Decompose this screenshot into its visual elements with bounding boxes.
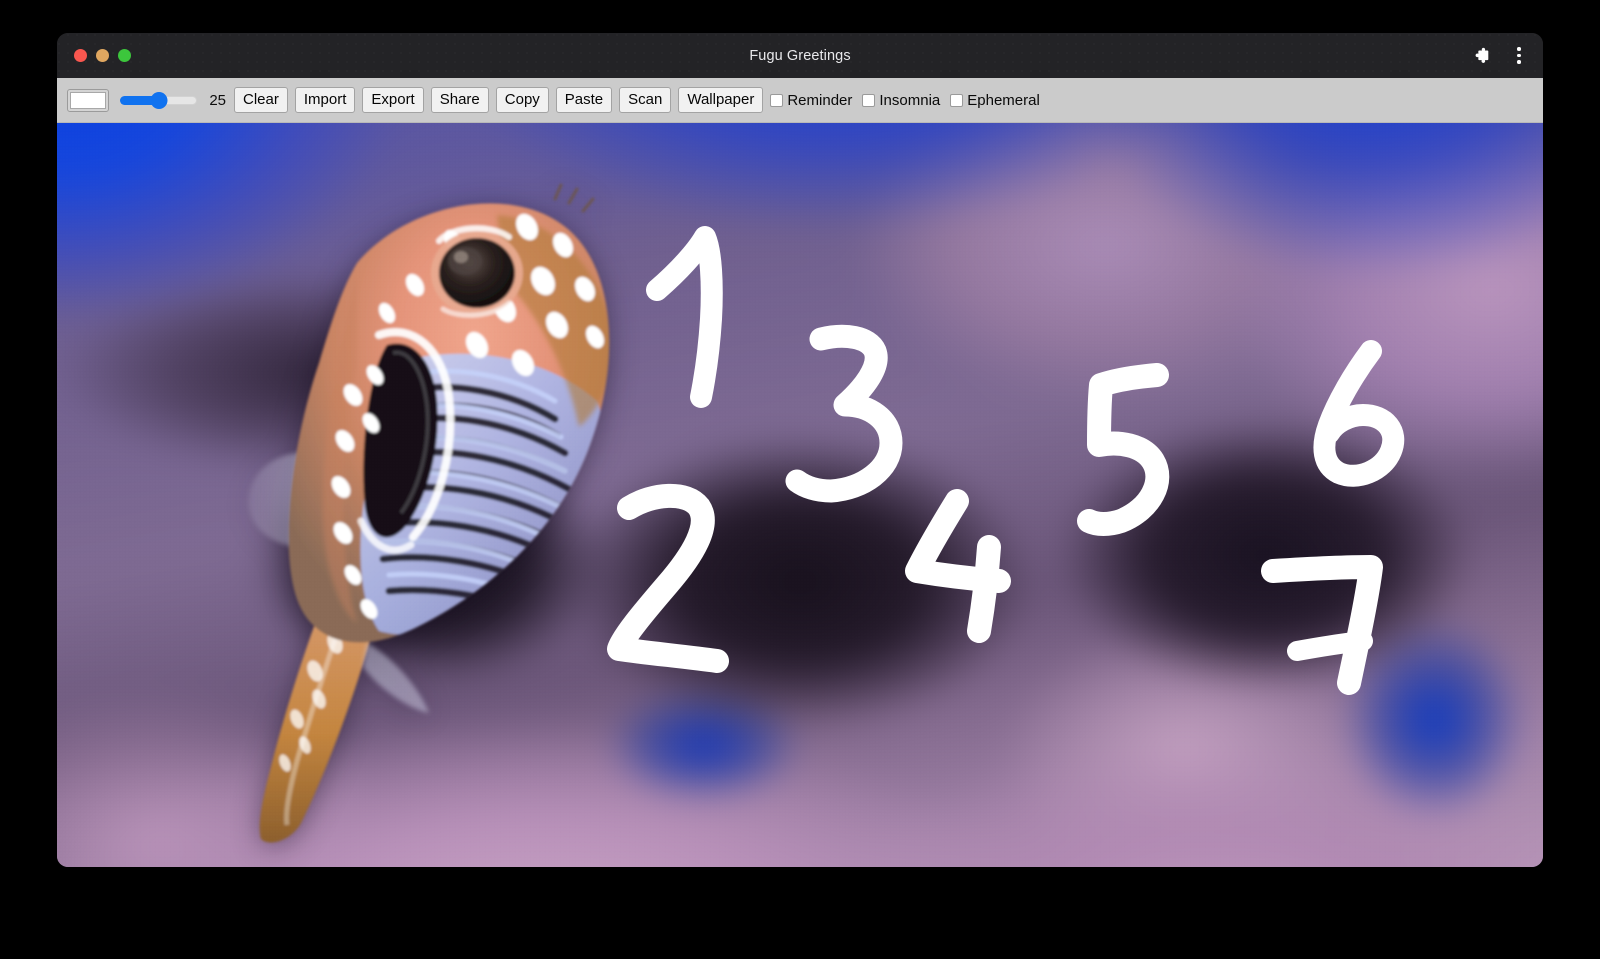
handwritten-digit-6 (1313, 340, 1405, 487)
ephemeral-checkbox-box[interactable] (950, 93, 964, 107)
close-window-button[interactable] (74, 49, 87, 62)
window-title: Fugu Greetings (749, 47, 851, 64)
handwritten-digit-7 (1261, 555, 1383, 695)
title-bar: Fugu Greetings (57, 33, 1543, 78)
copy-button[interactable]: Copy (495, 86, 549, 114)
share-button[interactable]: Share (430, 86, 489, 114)
reminder-checkbox-box[interactable] (770, 93, 784, 107)
kebab-dots (1517, 47, 1521, 64)
export-button[interactable]: Export (362, 86, 424, 114)
pen-color-swatch (70, 91, 106, 109)
handwritten-digit-4 (905, 489, 1011, 643)
slider-thumb[interactable] (150, 91, 167, 109)
minimize-window-button[interactable] (96, 49, 109, 62)
scan-button[interactable]: Scan (619, 86, 672, 114)
handwritten-digit-5 (1077, 363, 1170, 536)
ephemeral-checkbox-label: Ephemeral (967, 91, 1040, 109)
reminder-checkbox[interactable]: Reminder (770, 92, 852, 109)
handwritten-digit-1 (646, 226, 723, 408)
ephemeral-checkbox[interactable]: Ephemeral (950, 92, 1040, 109)
stroke-width-slider[interactable] (120, 91, 197, 109)
menu-kebab-icon[interactable] (1508, 45, 1530, 67)
wallpaper-button[interactable]: Wallpaper (678, 86, 764, 114)
traffic-light-group (74, 49, 131, 62)
insomnia-checkbox-box[interactable] (862, 93, 876, 107)
import-button[interactable]: Import (294, 86, 356, 114)
toolbar: 25 Clear Import Export Share Copy Paste … (57, 78, 1543, 123)
reminder-checkbox-label: Reminder (787, 91, 853, 109)
titlebar-actions (1470, 45, 1530, 67)
app-window: Fugu Greetings 25 Clear Import Export Sh… (57, 33, 1543, 867)
pen-color-input[interactable] (67, 88, 109, 112)
drawing-canvas[interactable] (57, 123, 1543, 867)
paste-button[interactable]: Paste (555, 86, 613, 114)
handwritten-digit-3 (785, 324, 903, 503)
stroke-width-value: 25 (209, 91, 226, 109)
handwritten-digit-2 (607, 483, 729, 673)
screen-root: Fugu Greetings 25 Clear Import Export Sh… (0, 0, 1600, 959)
ink-annotations-layer (607, 226, 1405, 695)
extensions-icon[interactable] (1470, 45, 1492, 67)
clear-button[interactable]: Clear (234, 86, 288, 114)
maximize-window-button[interactable] (118, 49, 131, 62)
insomnia-checkbox[interactable]: Insomnia (862, 92, 940, 109)
insomnia-checkbox-label: Insomnia (879, 91, 941, 109)
